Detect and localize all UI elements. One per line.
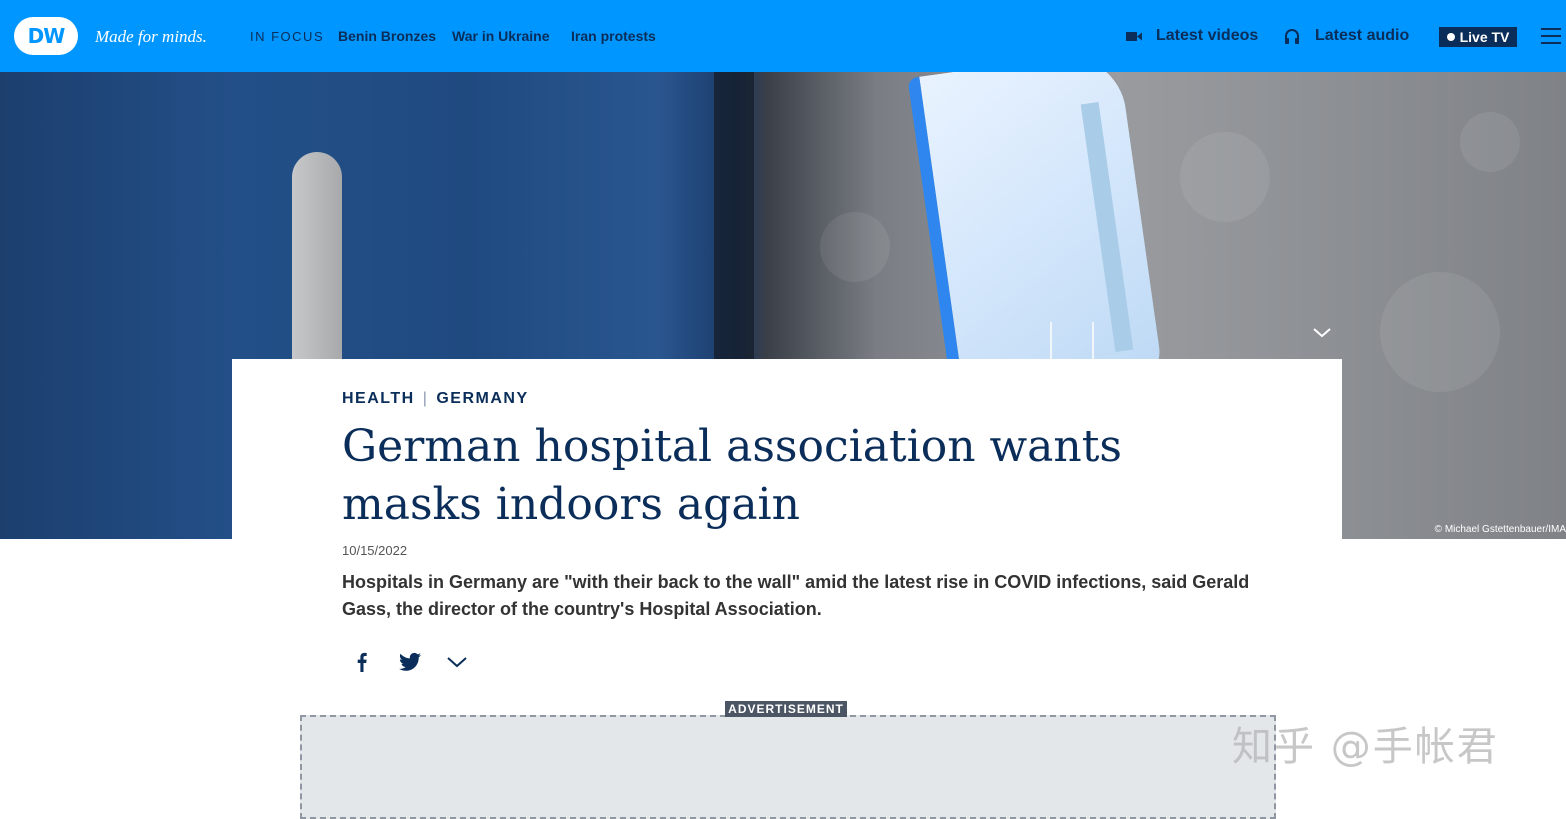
live-tv-label: Live TV <box>1459 29 1510 45</box>
top-navigation-bar: DW Made for minds. IN FOCUS Benin Bronze… <box>0 0 1566 72</box>
photo-credit: © Michael Gstettenbauer/IMA <box>1434 524 1566 535</box>
chevron-down-icon[interactable] <box>1312 327 1332 339</box>
advertisement-label: ADVERTISEMENT <box>725 701 847 717</box>
headphones-icon[interactable] <box>1284 29 1300 44</box>
advertisement-slot <box>300 715 1276 819</box>
bokeh-light <box>1460 112 1520 172</box>
kicker-separator: | <box>422 390 429 407</box>
in-focus-label: IN FOCUS <box>250 29 325 44</box>
article-headline: German hospital association wants masks … <box>342 421 1123 530</box>
latest-audio-link[interactable]: Latest audio <box>1315 27 1409 45</box>
twitter-icon[interactable] <box>399 652 421 672</box>
dw-logo[interactable]: DW <box>14 17 78 55</box>
article-date: 10/15/2022 <box>342 543 408 558</box>
bokeh-light <box>1180 132 1270 222</box>
live-dot-icon <box>1446 33 1455 41</box>
kicker-category-health[interactable]: HEALTH <box>342 390 415 407</box>
article-kicker: HEALTH | GERMANY <box>342 390 529 408</box>
tagline: Made for minds. <box>95 27 207 46</box>
article-teaser: Hospitals in Germany are "with their bac… <box>342 572 1250 619</box>
chevron-down-icon[interactable] <box>446 652 468 672</box>
bokeh-light <box>1380 272 1500 392</box>
facebook-icon[interactable] <box>354 652 370 672</box>
live-tv-button[interactable]: Live TV <box>1439 27 1517 47</box>
focus-link-iran-protests[interactable]: Iran protests <box>571 28 656 44</box>
focus-link-war-in-ukraine[interactable]: War in Ukraine <box>452 28 550 44</box>
video-camera-icon[interactable] <box>1126 31 1142 42</box>
hamburger-menu-icon[interactable] <box>1541 27 1561 45</box>
latest-videos-link[interactable]: Latest videos <box>1156 27 1258 45</box>
kicker-category-germany[interactable]: GERMANY <box>436 390 528 407</box>
focus-link-benin-bronzes[interactable]: Benin Bronzes <box>338 28 436 44</box>
bokeh-light <box>820 212 890 282</box>
watermark-text: 知乎 @手帐君 <box>1232 724 1499 770</box>
